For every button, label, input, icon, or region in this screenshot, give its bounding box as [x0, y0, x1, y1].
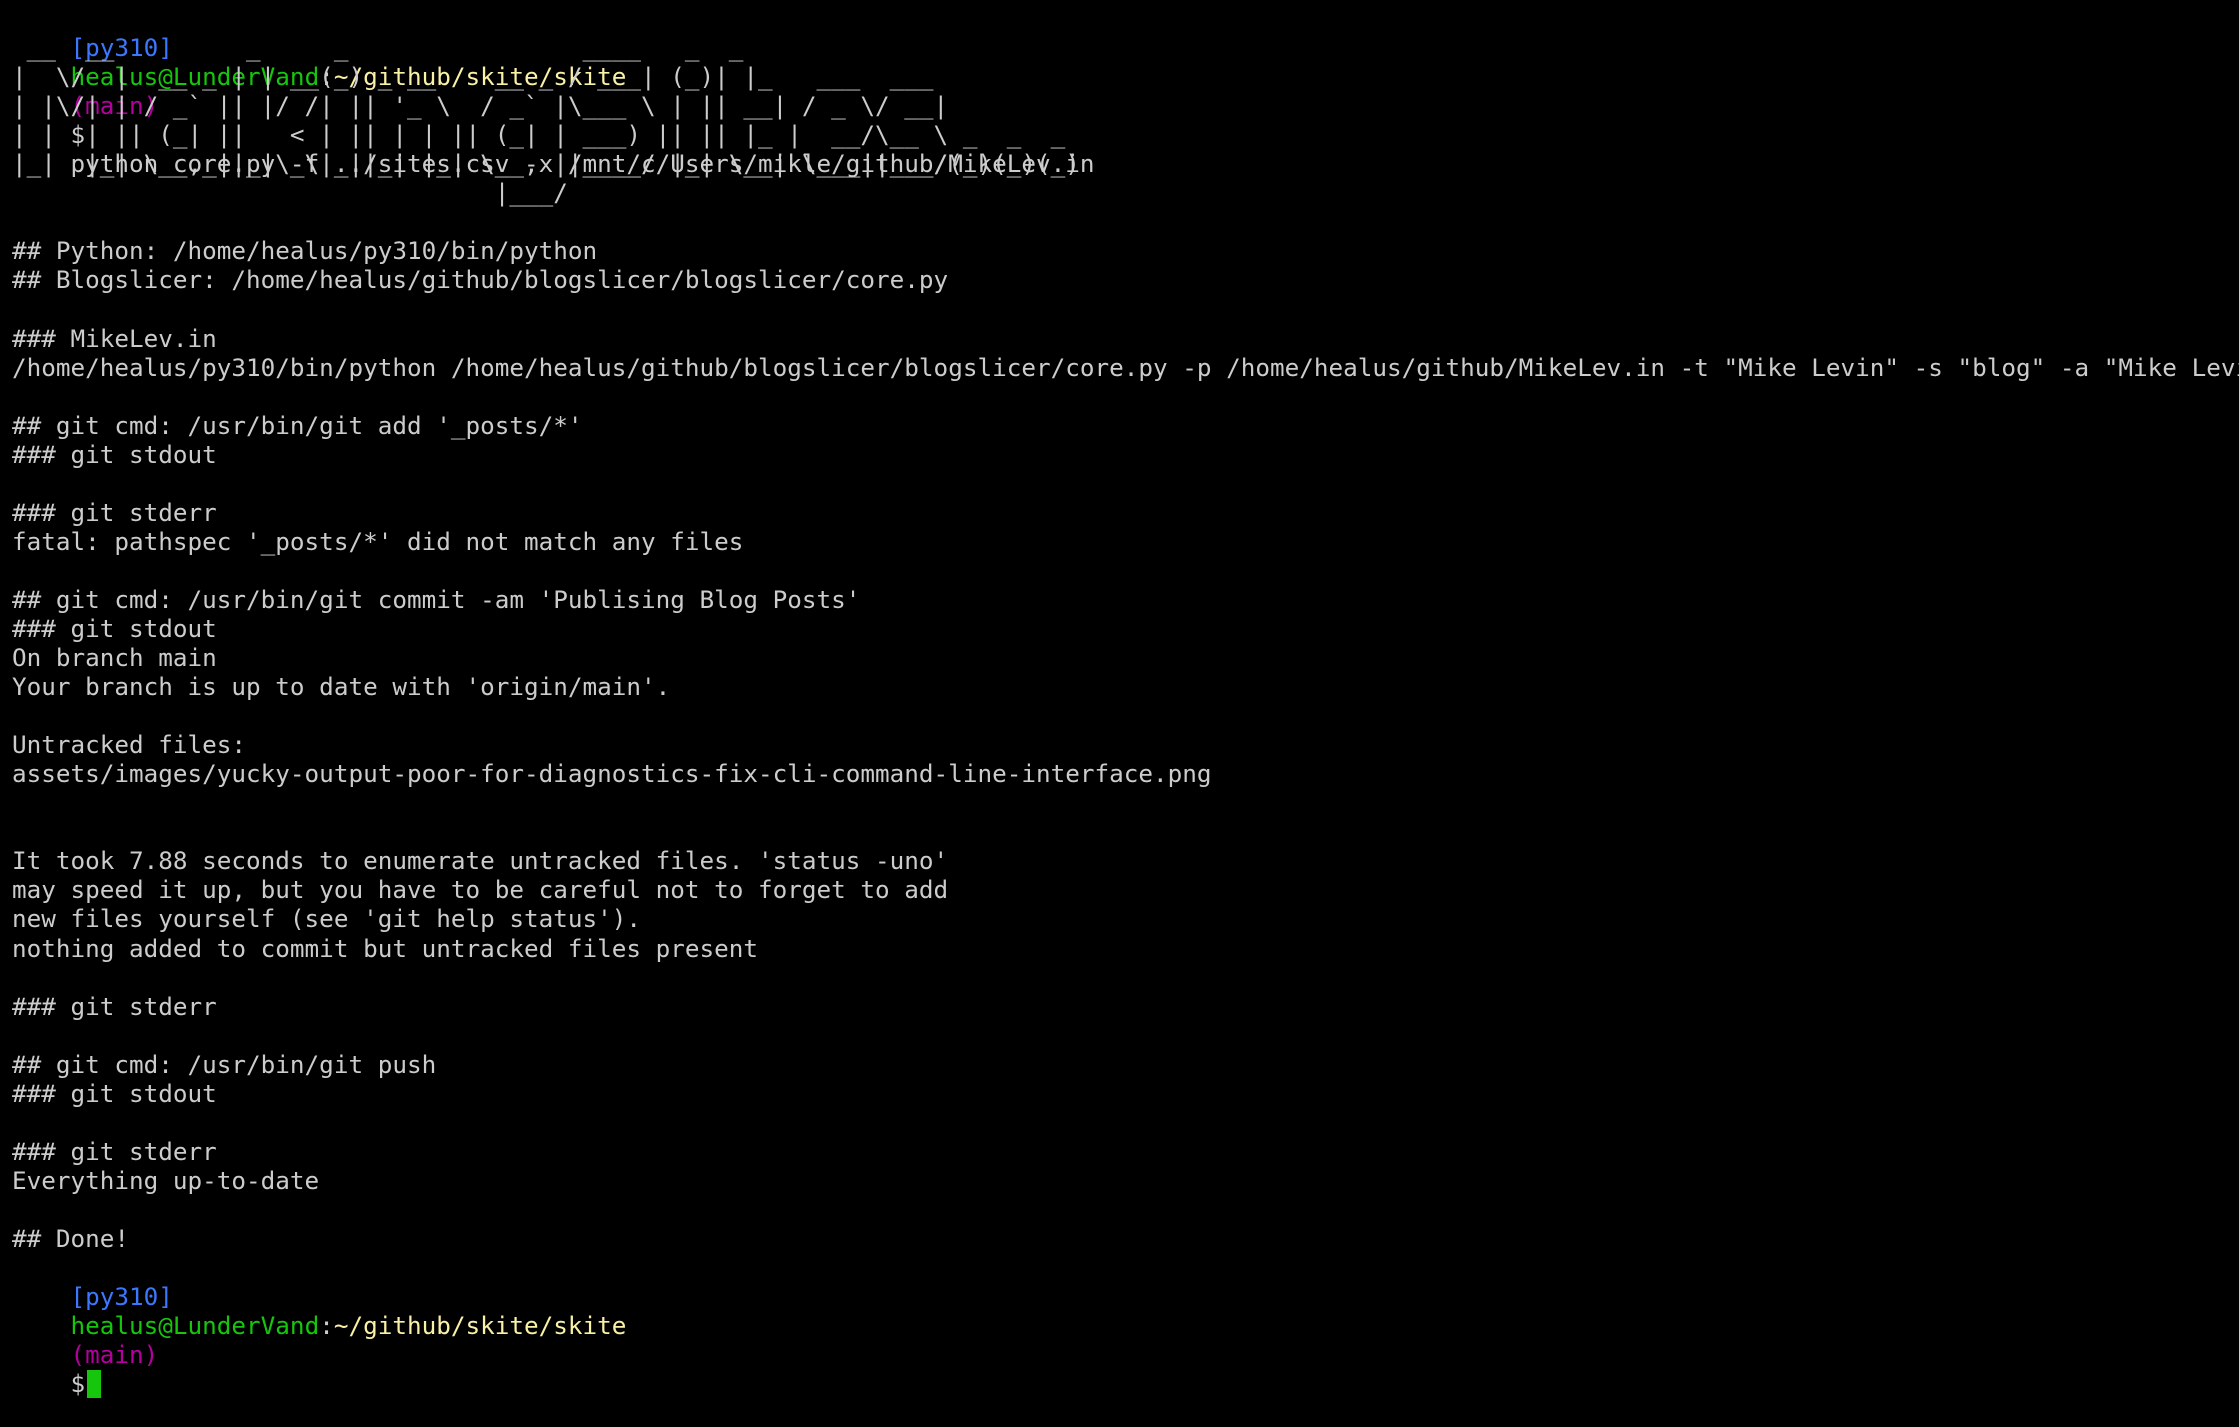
output-line: assets/images/yucky-output-poor-for-diag… — [12, 759, 1212, 789]
output-line: ### git stdout — [12, 439, 217, 469]
prompt-path: ~/github/skite/skite — [333, 1311, 627, 1341]
text-cursor — [87, 1370, 102, 1399]
banner-line: | \/ | __ _ | | __(_) _ __ __ _ / ___| (… — [12, 62, 934, 92]
output-line: Untracked files: — [12, 730, 247, 760]
output-line: Everything up-to-date — [12, 1165, 320, 1195]
terminal-window[interactable]: [py310] healus@LunderVand:~/github/skite… — [0, 0, 2239, 1399]
output-line: ### git stderr — [12, 1136, 217, 1166]
banner-line: |___/ — [12, 178, 568, 208]
banner-line: | | | || (_| || < | || | | || (_| | ___)… — [12, 120, 1066, 150]
output-line: new files yourself (see 'git help status… — [12, 904, 642, 934]
output-line: /home/healus/py310/bin/python /home/heal… — [12, 352, 2239, 382]
output-line: ## Python: /home/healus/py310/bin/python — [12, 236, 598, 266]
output-line: On branch main — [12, 643, 217, 673]
final-prompt-line[interactable]: [py310] healus@LunderVand:~/github/skite… — [12, 1253, 2239, 1399]
output-line: ## git cmd: /usr/bin/git commit -am 'Pub… — [12, 584, 861, 614]
output-line: Your branch is up to date with 'origin/m… — [12, 672, 671, 702]
output-line: ## Done! — [12, 1223, 130, 1253]
prompt-branch: (main) — [70, 1340, 159, 1370]
output-line: nothing added to commit but untracked fi… — [12, 933, 759, 963]
banner-line: | |\/| | / _` || |/ /| || '_ \ / _` |\__… — [12, 91, 949, 121]
output-line: It took 7.88 seconds to enumerate untrac… — [12, 846, 949, 876]
output-line: ### git stdout — [12, 613, 217, 643]
terminal-output: ## Python: /home/healus/py310/bin/python… — [12, 207, 2239, 1253]
prompt-env: [py310] — [70, 1282, 173, 1312]
output-line: ### MikeLev.in — [12, 323, 217, 353]
banner-line: __ __ _ _ ____ _ _ — [12, 33, 744, 63]
output-line: ### git stderr — [12, 991, 217, 1021]
output-line: ### git stdout — [12, 1078, 217, 1108]
prompt-colon: : — [319, 1311, 334, 1341]
ascii-banner: __ __ _ _ ____ _ _ | \/ | __ _ | | __(_)… — [12, 33, 2239, 207]
output-line: fatal: pathspec '_posts/*' did not match… — [12, 526, 744, 556]
banner-line: |_| |_| \__,_||_|\_\|_||_| |_| \__, ||__… — [12, 149, 1080, 179]
output-line: ## git cmd: /usr/bin/git add '_posts/*' — [12, 410, 583, 440]
command-prompt-line: [py310] healus@LunderVand:~/github/skite… — [12, 4, 2239, 178]
output-line: ## git cmd: /usr/bin/git push — [12, 1049, 437, 1079]
output-line: may speed it up, but you have to be care… — [12, 875, 949, 905]
prompt-dollar: $ — [70, 1369, 86, 1399]
prompt-user-host: healus@LunderVand — [70, 1311, 320, 1341]
output-line: ### git stderr — [12, 497, 217, 527]
output-line: ## Blogslicer: /home/healus/github/blogs… — [12, 265, 949, 295]
